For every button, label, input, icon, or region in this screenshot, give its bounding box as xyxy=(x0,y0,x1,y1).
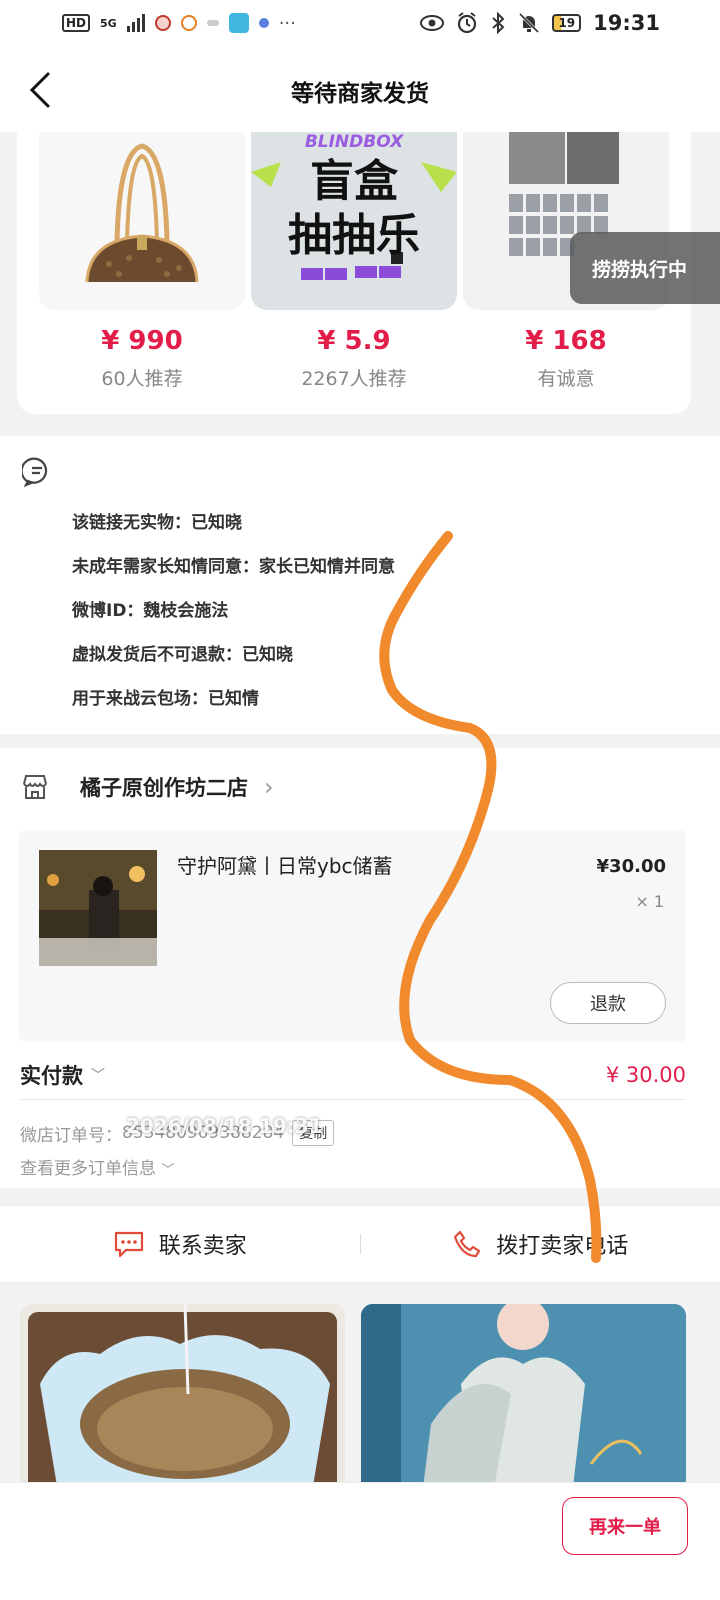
reorder-button[interactable]: 再来一单 xyxy=(562,1497,688,1555)
bluetooth-icon xyxy=(492,12,505,34)
status-left: HD 5G ··· xyxy=(62,13,296,34)
reco-recommend-count: 2267人推荐 xyxy=(301,368,407,390)
note-line: 未成年需家长知情同意：家长已知情并同意 xyxy=(72,557,395,577)
battery-icon: 19 xyxy=(552,14,582,32)
blue-dot-icon xyxy=(258,18,269,28)
paid-row[interactable]: 实付款 ﹀ ¥ 30.00 xyxy=(20,1060,686,1100)
signal-icon xyxy=(126,14,145,32)
product-thumbnail xyxy=(39,850,157,966)
status-right: 19 19:31 xyxy=(420,11,660,35)
paid-amount: ¥ 30.00 xyxy=(605,1062,686,1087)
compass-icon xyxy=(180,15,197,31)
note-line: 该链接无实物：已知晓 xyxy=(72,513,242,533)
more-order-info-link[interactable]: 查看更多订单信息 ﹀ xyxy=(20,1154,174,1179)
call-seller-label: 拨打卖家电话 xyxy=(496,1234,629,1259)
product-item[interactable]: 守护阿黛丨日常ybc储蓄 ¥30.00 × 1 退款 xyxy=(19,830,686,1042)
network-indicator: 5G xyxy=(100,16,117,30)
contact-seller-label: 联系卖家 xyxy=(158,1234,247,1259)
app-notification-icon xyxy=(154,15,171,31)
paid-label: 实付款 xyxy=(20,1063,83,1088)
book-app-icon xyxy=(228,13,249,33)
clock: 19:31 xyxy=(593,11,660,35)
reco-price: ¥ 168 xyxy=(525,326,607,356)
mute-bell-icon xyxy=(519,12,540,34)
product-name: 守护阿黛丨日常ybc储蓄 xyxy=(177,854,393,878)
eye-icon xyxy=(420,15,445,31)
hd-badge: HD xyxy=(62,14,91,32)
header: 等待商家发货 xyxy=(0,46,720,132)
buyer-notes: 该链接无实物：已知晓 未成年需家长知情同意：家长已知情并同意 微博ID：魏枝会施… xyxy=(0,436,720,734)
reco-item[interactable]: BLINDBOX 盲盒 抽抽乐 ¥ 5.9 2267人推荐 xyxy=(251,132,457,391)
feed-item-portrait[interactable] xyxy=(361,1304,686,1504)
note-line: 微博ID：魏枝会施法 xyxy=(72,601,229,621)
call-seller-button[interactable]: 拨打卖家电话 xyxy=(361,1228,720,1260)
product-quantity: × 1 xyxy=(635,892,664,911)
phone-icon xyxy=(454,1230,481,1258)
blindbox-banner-line2: 抽抽乐 xyxy=(288,210,420,261)
bottom-action-bar: 再来一单 xyxy=(0,1482,720,1600)
reco-price: ¥ 990 xyxy=(101,326,183,356)
note-line: 用于来战云包场：已知情 xyxy=(72,689,259,709)
page-title: 等待商家发货 xyxy=(291,81,429,107)
reco-recommend-count: 有诚意 xyxy=(537,368,595,390)
alarm-icon xyxy=(458,12,477,34)
reco-price: ¥ 5.9 xyxy=(317,326,391,356)
chat-icon xyxy=(114,1231,143,1258)
contact-seller-button[interactable]: 联系卖家 xyxy=(0,1228,360,1260)
handbag-image xyxy=(39,132,245,310)
more-dots-icon: ··· xyxy=(278,12,296,34)
contact-bar: 联系卖家 拨打卖家电话 xyxy=(0,1206,720,1282)
portrait-image xyxy=(361,1304,686,1504)
product-price: ¥30.00 xyxy=(596,856,666,877)
timestamp-watermark: 2026/08/18 19:31 xyxy=(126,1114,323,1138)
coffee-filter-image xyxy=(20,1304,345,1504)
chevron-down-icon: ﹀ xyxy=(161,1163,175,1178)
order-number-label: 微店订单号： xyxy=(20,1125,122,1146)
shop-row[interactable]: 橘子原创作坊二店 › xyxy=(20,772,274,802)
floating-status-tag[interactable]: 捞捞执行中 xyxy=(570,232,720,304)
note-icon xyxy=(22,457,48,488)
refund-button[interactable]: 退款 xyxy=(550,982,666,1024)
blindbox-banner-top: BLINDBOX xyxy=(304,132,404,152)
cloud-icon xyxy=(206,20,219,26)
note-line: 虚拟发货后不可退款：已知晓 xyxy=(72,645,293,665)
shop-icon xyxy=(23,775,47,799)
reco-recommend-count: 60人推荐 xyxy=(101,368,183,390)
blindbox-banner-line1: 盲盒 xyxy=(310,156,398,207)
more-order-info-label: 查看更多订单信息 xyxy=(20,1159,156,1179)
reco-item[interactable]: ¥ 990 60人推荐 xyxy=(39,132,245,391)
shop-name: 橘子原创作坊二店 xyxy=(80,776,248,800)
feed-item-coffee[interactable] xyxy=(20,1304,345,1504)
order-section: 橘子原创作坊二店 › 守护阿黛丨日常ybc储蓄 ¥30.00 × 1 退款 实付… xyxy=(0,748,720,1188)
status-bar: HD 5G ··· 19 19:31 xyxy=(0,0,720,46)
blindbox-image: BLINDBOX 盲盒 抽抽乐 xyxy=(251,132,457,310)
chevron-down-icon: ﹀ xyxy=(91,1067,105,1084)
chevron-right-icon: › xyxy=(264,773,274,801)
